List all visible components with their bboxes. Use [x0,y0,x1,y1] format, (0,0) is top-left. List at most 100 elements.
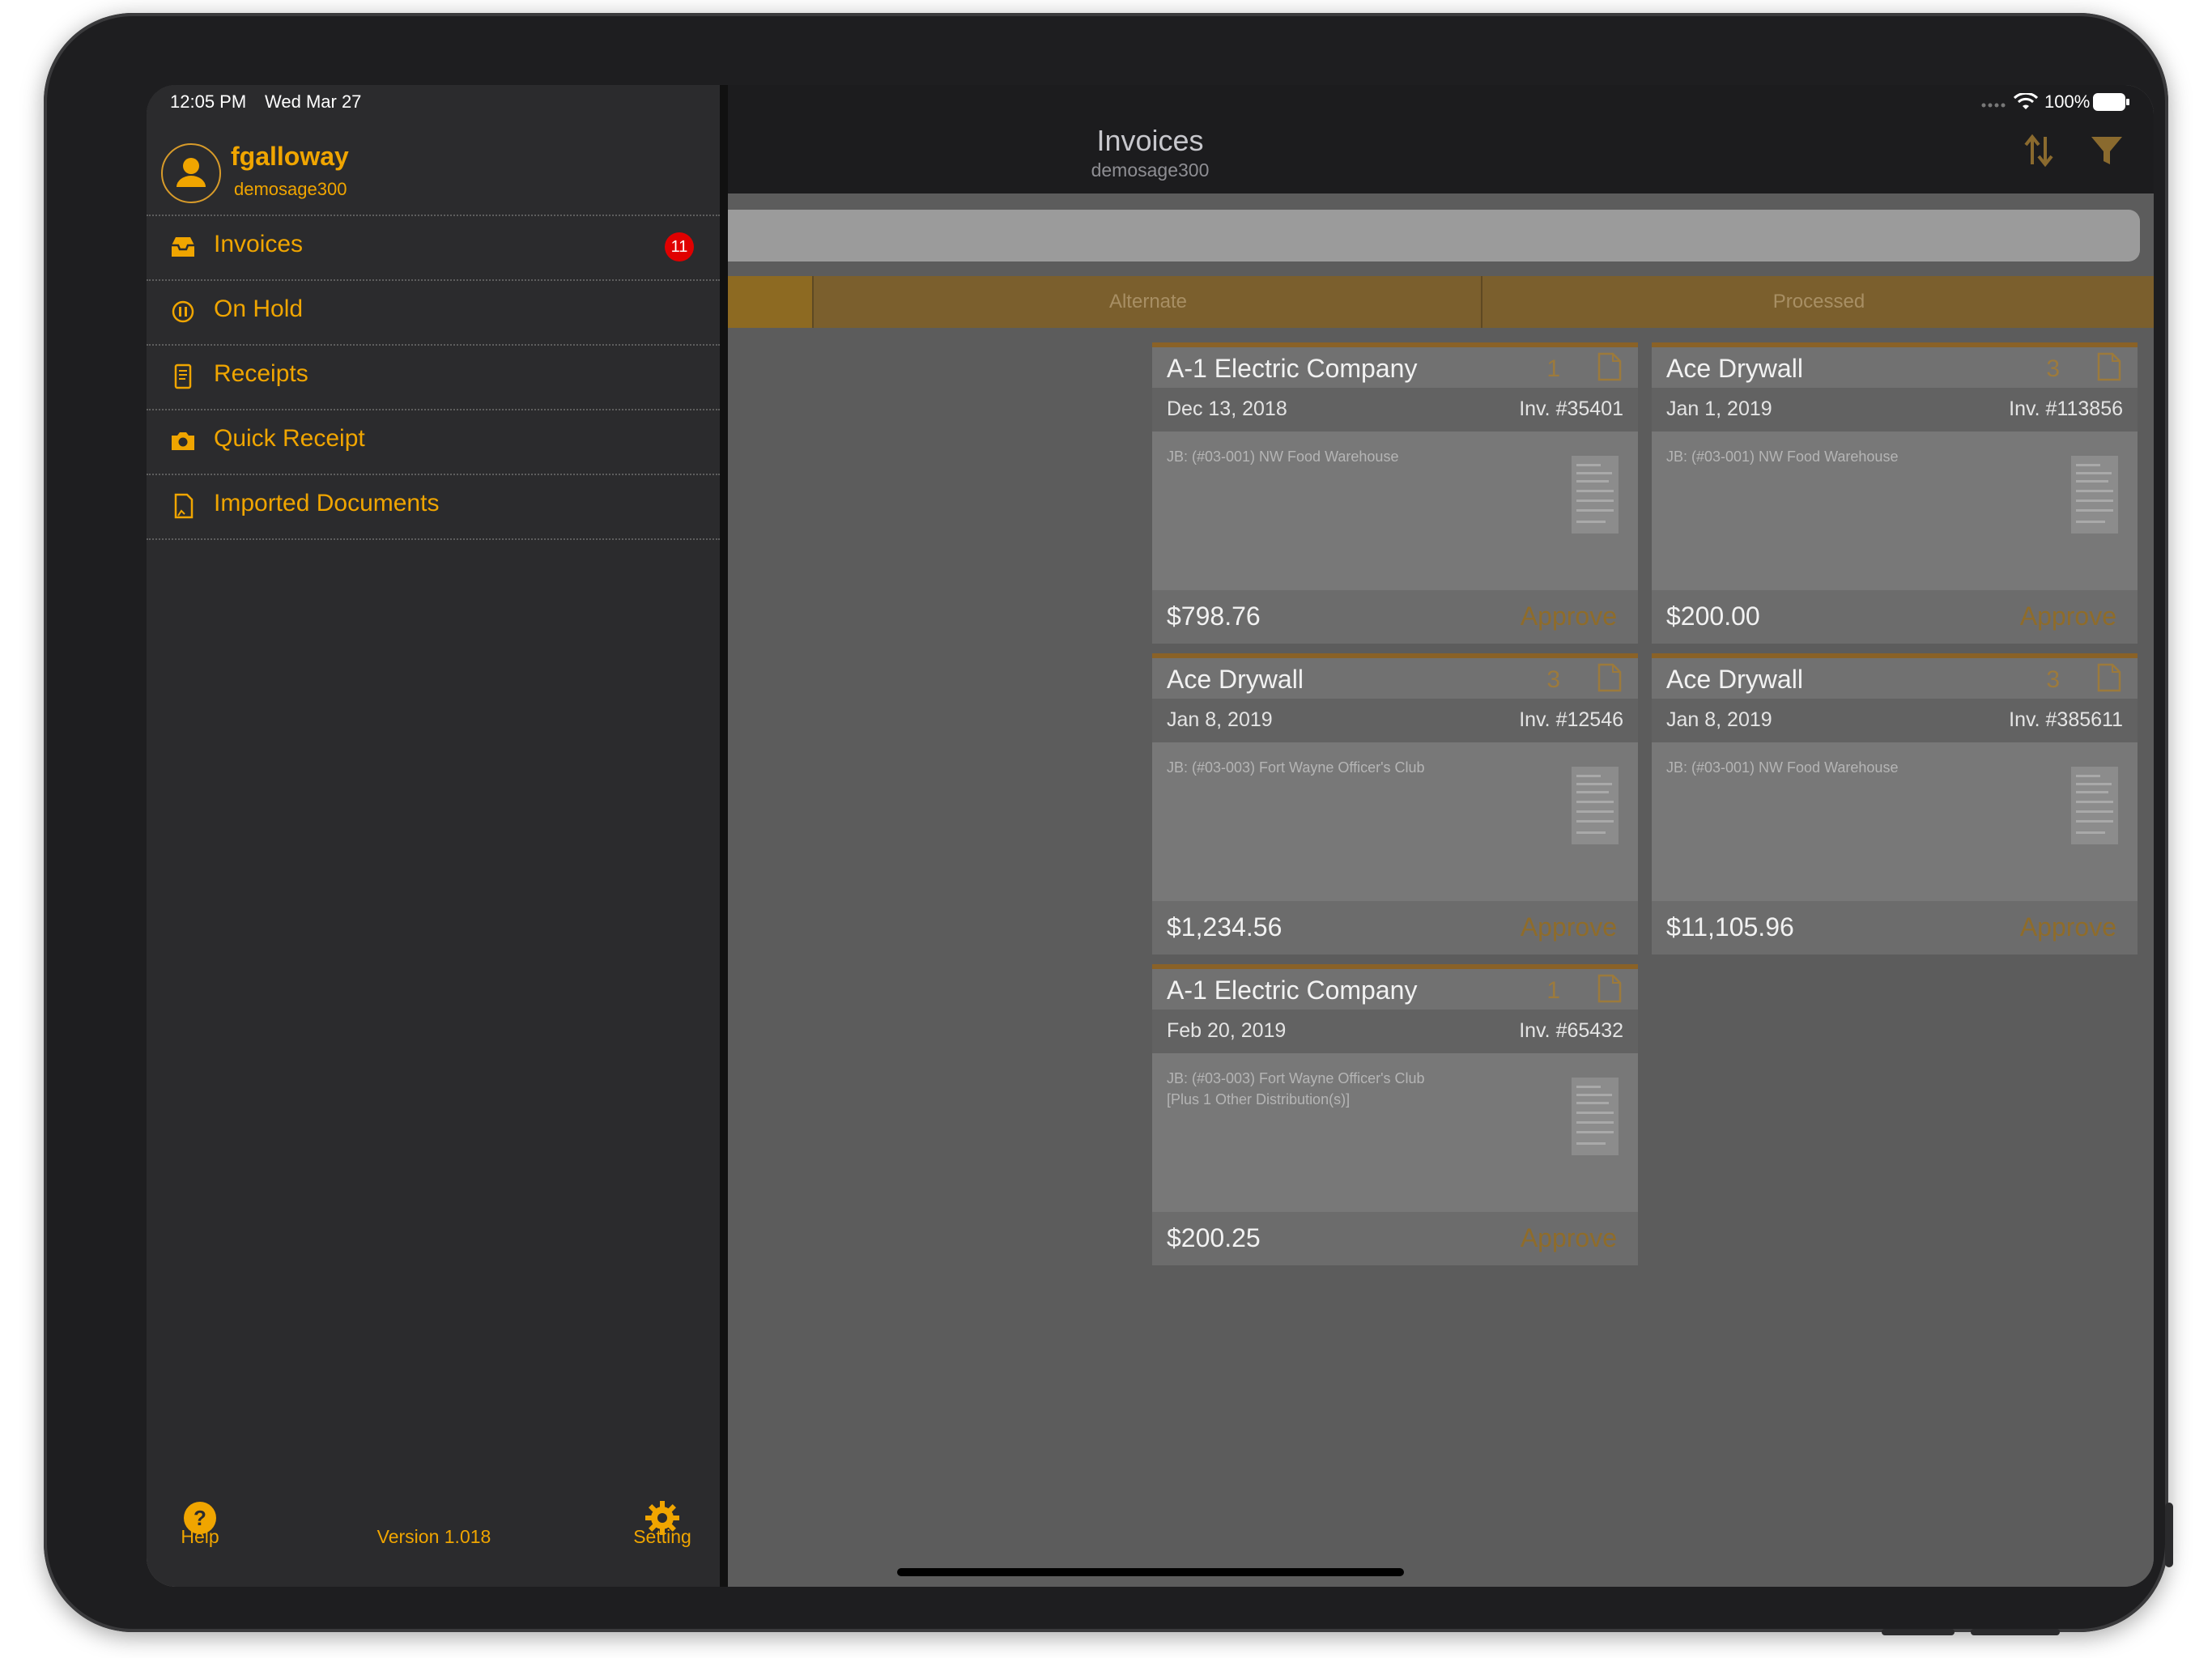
invoice-amount: $11,105.96 [1666,912,1794,942]
job-line: JB: (#03-003) Fort Wayne Officer's Club [1167,759,1425,776]
card-header: Ace Drywall 3 [1152,658,1638,699]
menu-item-label: Invoices [214,231,304,257]
invoice-thumbnail[interactable] [1572,767,1619,844]
card-header: A-1 Electric Company 1 [1152,969,1638,1010]
invoice-number: Inv. #113856 [2009,397,2123,420]
cellular-signal-icon [1980,93,2008,114]
vendor-name: Ace Drywall [1666,665,1803,694]
volume-button [1882,1629,1955,1635]
card-body: JB: (#03-003) Fort Wayne Officer's Club [… [1152,1053,1638,1212]
invoice-number: Inv. #385611 [2009,708,2123,731]
invoice-date: Jan 8, 2019 [1167,708,1273,731]
screen: 100% Invoices demosage300 Alternate Proc… [147,85,2154,1587]
card-meta: Dec 13, 2018 Inv. #35401 [1152,388,1638,432]
invoice-card[interactable]: Ace Drywall 3 Jan 8, 2019 Inv. #385611 JB: (… [1652,653,2138,954]
help-button[interactable]: Help [171,1526,229,1548]
invoice-thumbnail[interactable] [2071,767,2118,844]
menu-item-label: Receipts [214,360,308,387]
invoice-card[interactable]: Ace Drywall 3 Jan 1, 2019 Inv. #113856 JB: (… [1652,342,2138,644]
card-body: JB: (#03-001) NW Food Warehouse [1652,742,2138,901]
camera-icon [169,428,197,454]
segment-alternate[interactable]: Alternate [812,276,1482,328]
menu-item-label: On Hold [214,295,304,322]
invoice-date: Feb 20, 2019 [1167,1019,1287,1042]
user-icon [177,158,206,187]
home-indicator[interactable] [897,1568,1404,1576]
approve-button[interactable]: Approve [2020,602,2116,631]
invoice-amount: $200.25 [1167,1223,1261,1252]
job-description: JB: (#03-003) Fort Wayne Officer's Club [… [1167,1068,1515,1110]
document-icon[interactable] [1597,663,1622,692]
setting-button[interactable]: Setting [624,1526,700,1548]
document-icon[interactable] [1597,352,1622,381]
card-footer: $11,105.96 Approve [1652,901,2138,954]
card-header: A-1 Electric Company 1 [1152,347,1638,388]
job-description: JB: (#03-001) NW Food Warehouse [1666,757,2014,778]
volume-button [1971,1629,2060,1635]
job-description: JB: (#03-001) NW Food Warehouse [1666,446,2014,467]
menu-item-receipts[interactable]: Receipts [147,344,720,409]
vendor-name: Ace Drywall [1167,665,1304,694]
vendor-name: A-1 Electric Company [1167,354,1418,383]
invoice-amount: $1,234.56 [1167,912,1283,942]
job-line: JB: (#03-003) Fort Wayne Officer's Club [1167,1070,1425,1086]
sort-icon[interactable] [2019,130,2060,171]
invoice-number: Inv. #65432 [1519,1019,1623,1042]
document-icon[interactable] [2097,663,2121,692]
side-menu-edge [720,85,728,1587]
invoice-number: Inv. #35401 [1519,397,1623,420]
avatar[interactable] [161,143,221,203]
receipt-icon [169,363,197,389]
approve-button[interactable]: Approve [1521,912,1617,942]
card-body: JB: (#03-001) NW Food Warehouse [1152,432,1638,590]
menu-item-imported-documents[interactable]: Imported Documents [147,474,720,540]
invoice-card[interactable]: A-1 Electric Company 1 Dec 13, 2018 Inv. #3… [1152,342,1638,644]
invoice-card[interactable]: Ace Drywall 3 Jan 8, 2019 Inv. #12546 JB: (#… [1152,653,1638,954]
card-footer: $1,234.56 Approve [1152,901,1638,954]
invoice-thumbnail[interactable] [1572,1078,1619,1155]
status-date: Wed Mar 27 [265,91,362,112]
approve-button[interactable]: Approve [1521,1223,1617,1253]
invoice-number: Inv. #12546 [1519,708,1623,731]
card-meta: Jan 1, 2019 Inv. #113856 [1652,388,2138,432]
job-description: JB: (#03-001) NW Food Warehouse [1167,446,1515,467]
document-count: 1 [1546,977,1560,1004]
invoice-thumbnail[interactable] [2071,456,2118,534]
card-meta: Jan 8, 2019 Inv. #385611 [1652,699,2138,742]
side-button [2165,1503,2173,1567]
document-count: 3 [1546,666,1560,693]
menu-item-quick-receipt[interactable]: Quick Receipt [147,409,720,474]
vendor-name: A-1 Electric Company [1167,976,1418,1005]
card-footer: $200.00 Approve [1652,590,2138,644]
menu-item-on-hold[interactable]: On Hold [147,279,720,344]
battery-percent: 100% [2044,91,2091,112]
menu-item-label: Quick Receipt [214,425,365,452]
invoice-card[interactable]: A-1 Electric Company 1 Feb 20, 2019 Inv. #6… [1152,964,1638,1265]
side-menu: 12:05 PM Wed Mar 27 fgalloway demosage30… [147,85,720,1587]
imported-document-icon [169,493,197,519]
wifi-icon [2013,91,2039,117]
card-header: Ace Drywall 3 [1652,347,2138,388]
card-meta: Feb 20, 2019 Inv. #65432 [1152,1010,1638,1053]
segment-processed[interactable]: Processed [1481,276,2154,328]
username: fgalloway [231,142,349,171]
invoice-amount: $200.00 [1666,602,1760,631]
vendor-name: Ace Drywall [1666,354,1803,383]
battery-icon [2093,92,2130,117]
card-meta: Jan 8, 2019 Inv. #12546 [1152,699,1638,742]
unread-count-badge: 11 [665,232,694,261]
approve-button[interactable]: Approve [1521,602,1617,631]
menu-item-invoices[interactable]: Invoices 11 [147,215,720,279]
document-count: 1 [1546,355,1560,382]
filter-icon[interactable] [2087,130,2127,171]
card-footer: $798.76 Approve [1152,590,1638,644]
inbox-tray-icon [169,234,197,260]
approve-button[interactable]: Approve [2020,912,2116,942]
card-header: Ace Drywall 3 [1652,658,2138,699]
document-icon[interactable] [2097,352,2121,381]
invoice-thumbnail[interactable] [1572,456,1619,534]
document-icon[interactable] [1597,974,1622,1003]
document-count: 3 [2046,666,2060,693]
invoice-date: Jan 8, 2019 [1666,708,1772,731]
job-line: JB: (#03-001) NW Food Warehouse [1666,759,1899,776]
